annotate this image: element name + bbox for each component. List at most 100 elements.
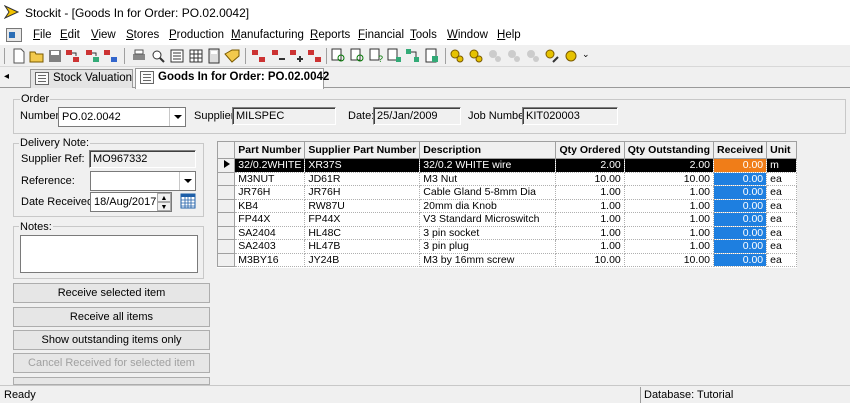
report-icon[interactable]	[307, 48, 323, 64]
cell-supplier-part-number[interactable]: HL47B	[304, 239, 421, 254]
tab-scroll-left-icon[interactable]: ◂	[4, 71, 9, 82]
group-icon[interactable]	[449, 48, 465, 64]
transfer-icon[interactable]	[65, 48, 81, 64]
preview-icon[interactable]	[150, 48, 166, 64]
order-number-select[interactable]: PO.02.0042	[58, 107, 186, 127]
open-icon[interactable]	[29, 48, 45, 64]
cell-qty-ordered[interactable]: 1.00	[555, 226, 625, 240]
cell-supplier-part-number[interactable]: RW87U	[304, 199, 421, 213]
search-icon[interactable]	[331, 48, 347, 64]
cell-unit[interactable]: ea	[766, 253, 797, 267]
col-received[interactable]: Received	[712, 141, 768, 159]
cell-unit[interactable]: ea	[766, 199, 797, 213]
cell-qty-ordered[interactable]: 1.00	[555, 185, 625, 200]
list-icon[interactable]	[169, 48, 185, 64]
row-selector[interactable]	[216, 198, 236, 213]
tag-icon[interactable]	[224, 48, 240, 64]
calculator-icon[interactable]	[206, 48, 222, 64]
menu-manufacturing[interactable]: Manufacturing	[231, 29, 304, 41]
cell-unit[interactable]: m	[766, 158, 797, 173]
col-qty-outstanding[interactable]: Qty Outstanding	[623, 141, 715, 159]
cell-supplier-part-number[interactable]: JR76H	[304, 185, 421, 200]
cell-unit[interactable]: ea	[766, 212, 797, 227]
cell-qty-ordered[interactable]: 1.00	[555, 199, 625, 213]
menu-window[interactable]: Window	[447, 29, 488, 41]
cell-part-number[interactable]: SA2403	[234, 239, 306, 254]
search-doc-icon[interactable]	[350, 48, 366, 64]
new-icon[interactable]	[11, 48, 27, 64]
cell-qty-outstanding[interactable]: 1.00	[624, 199, 715, 213]
receive-selected-button[interactable]: Receive selected item	[13, 283, 210, 303]
cell-qty-outstanding[interactable]: 10.00	[624, 253, 715, 267]
search-item-icon[interactable]	[387, 48, 403, 64]
cell-qty-outstanding[interactable]: 1.00	[624, 185, 715, 200]
menu-reports[interactable]: Reports	[310, 29, 350, 41]
menu-stores[interactable]: Stores	[126, 29, 159, 41]
cell-qty-outstanding[interactable]: 10.00	[624, 172, 715, 186]
cell-qty-ordered[interactable]: 1.00	[555, 239, 625, 254]
reference-select[interactable]	[90, 171, 196, 191]
cell-received[interactable]: 0.00	[713, 239, 768, 254]
col-unit[interactable]: Unit	[766, 141, 797, 159]
table-row[interactable]: SA2403 HL47B 3 pin plug 1.00 1.00 0.00 ea	[216, 239, 797, 254]
row-selector[interactable]	[216, 252, 236, 267]
cell-unit[interactable]: ea	[766, 226, 797, 240]
tab-goods-in[interactable]: Goods In for Order: PO.02.0042	[135, 68, 329, 89]
row-selector[interactable]	[216, 158, 236, 173]
menu-file[interactable]: File	[33, 29, 52, 41]
cell-part-number[interactable]: KB4	[234, 199, 306, 213]
cell-received[interactable]: 0.00	[713, 158, 768, 173]
cell-unit[interactable]: ea	[766, 172, 797, 186]
show-outstanding-button[interactable]: Show outstanding items only	[13, 330, 210, 350]
print-icon[interactable]	[131, 48, 147, 64]
col-qty-ordered[interactable]: Qty Ordered	[555, 141, 625, 159]
table-row[interactable]: SA2404 HL48C 3 pin socket 1.00 1.00 0.00 ea	[216, 225, 797, 240]
cell-qty-outstanding[interactable]: 1.00	[624, 239, 715, 254]
col-description[interactable]: Description	[419, 141, 557, 159]
transfer-in-icon[interactable]	[271, 48, 287, 64]
col-part-number[interactable]: Part Number	[234, 141, 306, 159]
cell-qty-outstanding[interactable]: 1.00	[624, 226, 715, 240]
cell-supplier-part-number[interactable]: FP44X	[304, 212, 421, 227]
chevron-down-icon[interactable]	[179, 172, 195, 190]
save-icon[interactable]	[47, 48, 63, 64]
document-icon[interactable]	[424, 48, 440, 64]
menu-help[interactable]: Help	[497, 29, 521, 41]
cell-supplier-part-number[interactable]: XR37S	[304, 158, 421, 173]
tab-stock-valuation[interactable]: Stock Valuation	[30, 69, 133, 88]
cell-unit[interactable]: ea	[766, 185, 797, 200]
row-selector[interactable]	[216, 239, 236, 254]
items-grid[interactable]: Part Number Supplier Part Number Descrip…	[216, 141, 797, 268]
cell-description[interactable]: 20mm dia Knob	[419, 199, 557, 213]
table-row[interactable]: FP44X FP44X V3 Standard Microswitch 1.00 1.0…	[216, 212, 797, 227]
cell-description[interactable]: M3 Nut	[419, 172, 557, 186]
cell-qty-outstanding[interactable]: 2.00	[624, 158, 715, 173]
row-selector[interactable]	[216, 212, 236, 227]
table-row[interactable]: 32/0.2WHITE XR37S 32/0.2 WHITE wire 2.00 2.0…	[216, 158, 797, 173]
cell-description[interactable]: Cable Gland 5-8mm Dia	[419, 185, 557, 200]
cell-qty-ordered[interactable]: 10.00	[555, 253, 625, 267]
receive-all-button[interactable]: Receive all items	[13, 307, 210, 327]
col-supplier-part-number[interactable]: Supplier Part Number	[304, 141, 421, 159]
stock-icon[interactable]	[85, 48, 101, 64]
cell-received[interactable]: 0.00	[713, 185, 768, 200]
cell-description[interactable]: 3 pin plug	[419, 239, 557, 254]
cell-received[interactable]: 0.00	[713, 199, 768, 213]
table-row[interactable]: KB4 RW87U 20mm dia Knob 1.00 1.00 0.00 ea	[216, 198, 797, 213]
cell-supplier-part-number[interactable]: JD61R	[304, 172, 421, 186]
cell-received[interactable]: 0.00	[713, 226, 768, 240]
spin-up-icon[interactable]: ▲	[157, 193, 171, 202]
row-selector[interactable]	[216, 171, 236, 186]
toolbar-overflow-icon[interactable]: ⌄	[582, 49, 590, 63]
table-row[interactable]: M3BY16 JY24B M3 by 16mm screw 10.00 10.00 0.0…	[216, 252, 797, 267]
cell-part-number[interactable]: M3NUT	[234, 172, 306, 186]
query-icon[interactable]: ?	[369, 48, 385, 64]
cell-received[interactable]: 0.00	[713, 212, 768, 227]
row-selector[interactable]	[216, 185, 236, 200]
cell-part-number[interactable]: 32/0.2WHITE	[234, 158, 306, 173]
network-icon[interactable]	[405, 48, 421, 64]
cell-supplier-part-number[interactable]: JY24B	[304, 253, 421, 267]
date-spinner[interactable]: ▲ ▼	[157, 193, 171, 211]
table-row[interactable]: M3NUT JD61R M3 Nut 10.00 10.00 0.00 ea	[216, 171, 797, 186]
move-icon[interactable]	[251, 48, 267, 64]
